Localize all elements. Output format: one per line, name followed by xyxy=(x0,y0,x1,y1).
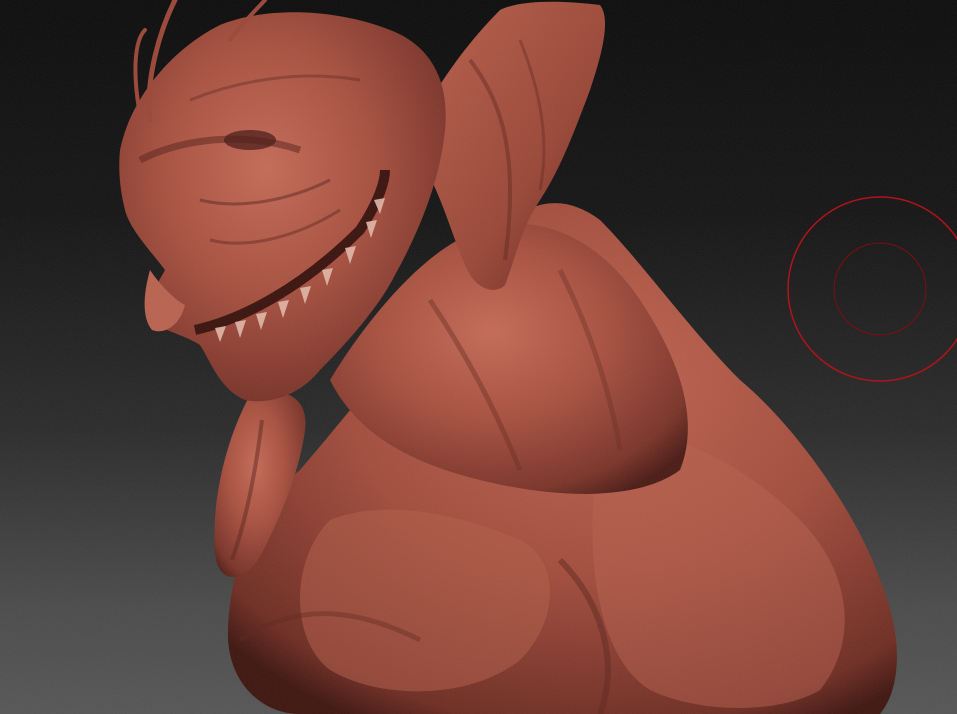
zbrush-viewport-canvas[interactable] xyxy=(0,0,957,714)
sculpt-scene xyxy=(0,0,957,714)
sculpt-surface-detail xyxy=(0,0,957,714)
